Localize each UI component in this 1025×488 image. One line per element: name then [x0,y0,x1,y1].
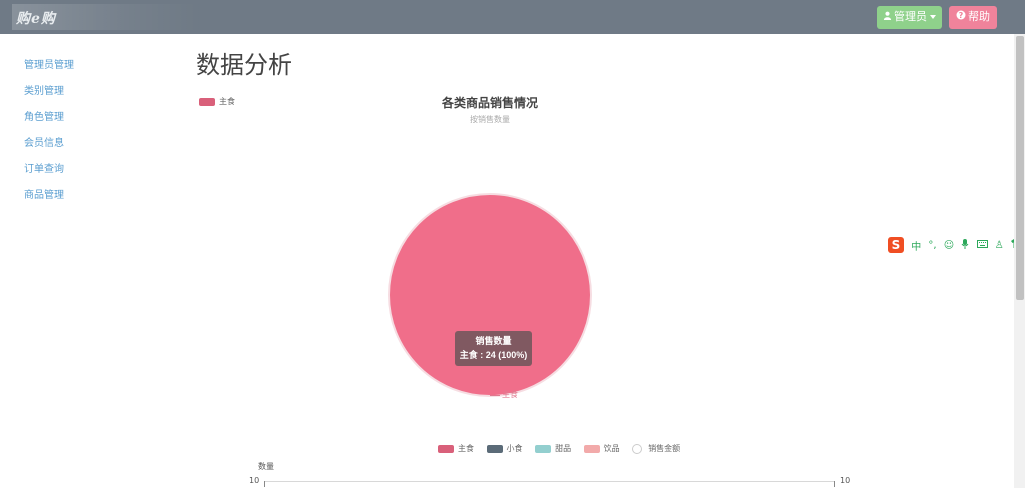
legend-swatch [535,444,552,453]
microphone-icon[interactable] [961,238,969,252]
top-navbar: 购e购 管理员 ? 帮助 [0,0,1025,34]
keyboard-icon[interactable] [976,239,988,251]
y-tick-right: 10 [840,476,851,485]
legend-item-snack[interactable]: 小食 [486,443,523,454]
question-circle-icon: ? [956,6,966,29]
legend-swatch [438,444,454,453]
tooltip-text: 主食 : 24 (100%) [459,350,528,360]
help-button[interactable]: ? 帮助 [949,6,997,29]
pie-chart [388,193,592,397]
legend-label: 小食 [506,444,523,453]
legend-label: 饮品 [603,444,620,453]
legend-label: 甜品 [555,444,572,453]
brand-text: 购e购 [16,11,56,27]
legend-item-sales-amount[interactable]: 销售金额 [632,443,680,454]
pie-slice-label: 主食 [502,390,518,399]
chart-tooltip: 销售数量 主食 : 24 (100%) [455,331,532,366]
bar-legend: 主食 小食 甜品 饮品 销售金额 [438,443,690,454]
person-icon[interactable]: ♙ [995,240,1004,251]
legend-circle-icon [632,443,643,454]
legend-swatch [583,444,600,453]
sogou-logo-icon[interactable]: S [888,237,904,253]
chart-subtitle: 按销售数量 [470,115,510,124]
legend-item-main-food[interactable]: 主食 [438,443,474,454]
page-title: 数据分析 [196,52,292,79]
sidebar-item-admin-management[interactable]: 管理员管理 [24,56,74,71]
scrollbar-thumb[interactable] [1016,36,1024,300]
y-tick-left: 10 [249,476,260,485]
legend-label: 主食 [458,444,474,453]
input-mode-toggle[interactable]: 中 [911,238,921,253]
ime-toolbar: S 中 °, ☺ ♙ [888,237,1025,255]
tick-mark [264,481,265,487]
legend-swatch [486,444,503,453]
pie-label-line [490,395,500,396]
tick-mark [834,481,835,487]
brand-logo[interactable]: 购e购 [12,4,202,30]
tooltip-title: 销售数量 [475,336,512,346]
chart-title: 各类商品销售情况 [441,96,538,110]
legend-item-drink[interactable]: 饮品 [583,443,620,454]
caret-down-icon [930,15,936,20]
sidebar-item-product-management[interactable]: 商品管理 [24,186,64,201]
help-label: 帮助 [968,11,990,23]
user-icon [883,6,892,29]
punctuation-icon[interactable]: °, [928,240,936,251]
admin-menu-button[interactable]: 管理员 [877,6,942,29]
sidebar-item-order-query[interactable]: 订单查询 [24,160,64,175]
svg-text:?: ? [959,11,964,20]
y-axis-label: 数量 [258,462,274,471]
legend-item-dessert[interactable]: 甜品 [535,443,571,454]
axis-line [265,481,835,482]
admin-menu-label: 管理员 [894,11,927,23]
legend-label: 销售金额 [648,444,681,453]
emoji-icon[interactable]: ☺ [944,240,954,251]
sidebar-item-member-info[interactable]: 会员信息 [24,134,64,149]
